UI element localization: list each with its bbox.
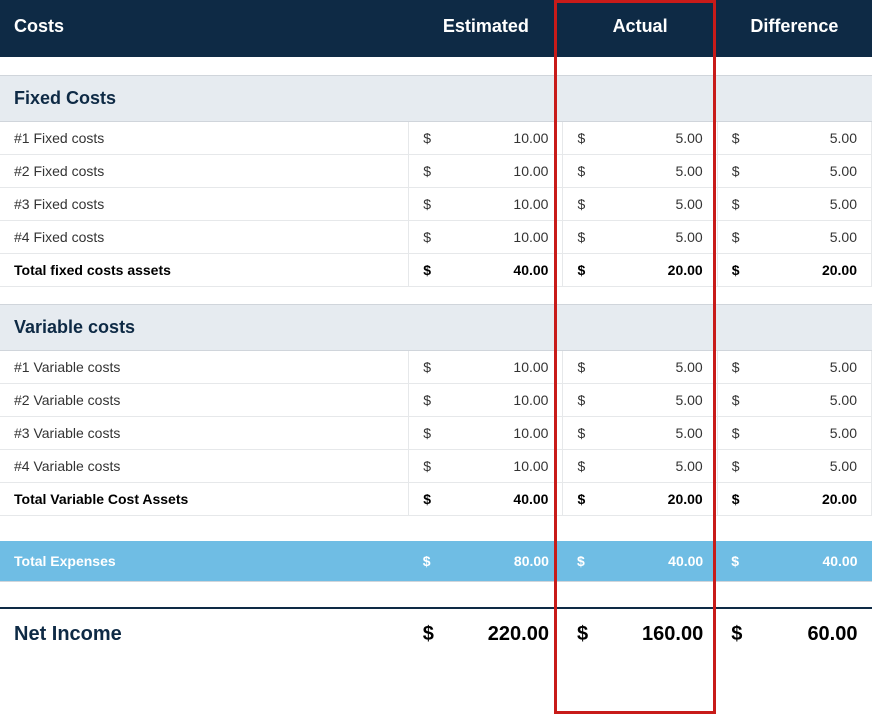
variable-costs-title: Variable costs xyxy=(0,304,409,350)
fixed-total-row: Total fixed costs assets $40.00 $20.00 $… xyxy=(0,253,872,286)
table-row: #3 Fixed costs $10.00 $5.00 $5.00 xyxy=(0,187,872,220)
cell-estimated: $40.00 xyxy=(409,482,563,515)
table-row: #4 Variable costs $10.00 $5.00 $5.00 xyxy=(0,449,872,482)
cell-estimated: $10.00 xyxy=(409,383,563,416)
cell-estimated: $40.00 xyxy=(409,253,563,286)
cell-estimated: $10.00 xyxy=(409,416,563,449)
row-label: #1 Variable costs xyxy=(0,350,409,383)
table-row: #2 Fixed costs $10.00 $5.00 $5.00 xyxy=(0,154,872,187)
cell-difference: $20.00 xyxy=(717,482,871,515)
table-row: #2 Variable costs $10.00 $5.00 $5.00 xyxy=(0,383,872,416)
fixed-costs-title: Fixed Costs xyxy=(0,75,409,121)
row-label: #3 Fixed costs xyxy=(0,187,409,220)
costs-table: Costs Estimated Actual Difference Fixed … xyxy=(0,0,872,662)
total-expenses-row: Total Expenses $80.00 $40.00 $40.00 xyxy=(0,541,872,582)
row-label: #2 Fixed costs xyxy=(0,154,409,187)
cell-actual: $5.00 xyxy=(563,350,717,383)
row-label: Total fixed costs assets xyxy=(0,253,409,286)
cell-actual: $5.00 xyxy=(563,187,717,220)
header-estimated: Estimated xyxy=(409,0,563,57)
cell-actual: $5.00 xyxy=(563,383,717,416)
cell-actual: $5.00 xyxy=(563,121,717,154)
variable-costs-section-header: Variable costs xyxy=(0,304,872,350)
cell-estimated: $10.00 xyxy=(409,154,563,187)
cell-difference: $5.00 xyxy=(717,350,871,383)
cell-estimated: $10.00 xyxy=(409,220,563,253)
cell-difference: $5.00 xyxy=(717,416,871,449)
cell-difference: $5.00 xyxy=(717,187,871,220)
row-label: #4 Variable costs xyxy=(0,449,409,482)
fixed-costs-section-header: Fixed Costs xyxy=(0,75,872,121)
table-row: #1 Variable costs $10.00 $5.00 $5.00 xyxy=(0,350,872,383)
cell-actual: $5.00 xyxy=(563,416,717,449)
table-header-row: Costs Estimated Actual Difference xyxy=(0,0,872,57)
cell-estimated: $220.00 xyxy=(409,608,563,662)
row-label: #2 Variable costs xyxy=(0,383,409,416)
row-label: #1 Fixed costs xyxy=(0,121,409,154)
cell-actual: $5.00 xyxy=(563,220,717,253)
cell-actual: $160.00 xyxy=(563,608,717,662)
cell-difference: $5.00 xyxy=(717,220,871,253)
cell-difference: $5.00 xyxy=(717,383,871,416)
cell-estimated: $10.00 xyxy=(409,449,563,482)
cell-difference: $5.00 xyxy=(717,154,871,187)
header-actual: Actual xyxy=(563,0,717,57)
row-label: Total Variable Cost Assets xyxy=(0,482,409,515)
table-row: #3 Variable costs $10.00 $5.00 $5.00 xyxy=(0,416,872,449)
cell-estimated: $10.00 xyxy=(409,350,563,383)
table-row: #1 Fixed costs $10.00 $5.00 $5.00 xyxy=(0,121,872,154)
cell-difference: $40.00 xyxy=(717,541,871,582)
cell-estimated: $10.00 xyxy=(409,187,563,220)
cell-actual: $20.00 xyxy=(563,482,717,515)
cell-actual: $40.00 xyxy=(563,541,717,582)
cell-estimated: $80.00 xyxy=(409,541,563,582)
net-income-row: Net Income $220.00 $160.00 $60.00 xyxy=(0,608,872,662)
cell-difference: $20.00 xyxy=(717,253,871,286)
header-costs: Costs xyxy=(0,0,409,57)
cell-actual: $20.00 xyxy=(563,253,717,286)
net-income-label: Net Income xyxy=(0,608,409,662)
cell-estimated: $10.00 xyxy=(409,121,563,154)
cell-difference: $5.00 xyxy=(717,121,871,154)
row-label: #4 Fixed costs xyxy=(0,220,409,253)
row-label: #3 Variable costs xyxy=(0,416,409,449)
cell-actual: $5.00 xyxy=(563,449,717,482)
cell-difference: $60.00 xyxy=(717,608,871,662)
total-expenses-label: Total Expenses xyxy=(0,541,409,582)
variable-total-row: Total Variable Cost Assets $40.00 $20.00… xyxy=(0,482,872,515)
cell-actual: $5.00 xyxy=(563,154,717,187)
table-row: #4 Fixed costs $10.00 $5.00 $5.00 xyxy=(0,220,872,253)
cell-difference: $5.00 xyxy=(717,449,871,482)
header-difference: Difference xyxy=(717,0,871,57)
